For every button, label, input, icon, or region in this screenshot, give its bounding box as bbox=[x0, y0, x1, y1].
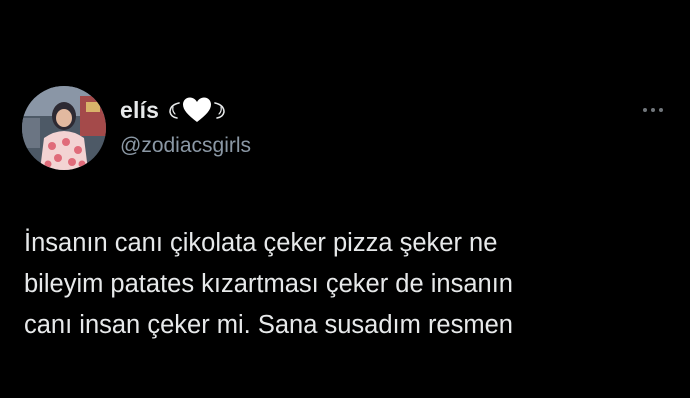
wing-right-icon bbox=[214, 102, 225, 119]
author-name-row: elís bbox=[120, 94, 227, 126]
tweet-card: elís @zodiacsgirls İnsanın canı çikolata… bbox=[0, 0, 690, 398]
name-emoji-group bbox=[167, 96, 227, 124]
display-name[interactable]: elís bbox=[120, 97, 159, 124]
more-options-button[interactable] bbox=[636, 100, 670, 120]
tweet-text-line: İnsanın canı çikolata çeker pizza şeker … bbox=[24, 229, 498, 257]
tweet-text-line: bileyim patates kızartması çeker de insa… bbox=[24, 270, 513, 298]
white-heart-icon bbox=[183, 97, 212, 122]
wing-left-icon bbox=[169, 102, 180, 119]
more-horizontal-icon bbox=[641, 108, 665, 112]
tweet-text: İnsanın canı çikolata çeker pizza şeker … bbox=[24, 223, 664, 346]
author-handle[interactable]: @zodiacsgirls bbox=[120, 134, 251, 158]
avatar[interactable] bbox=[22, 86, 106, 170]
avatar-photo bbox=[22, 86, 106, 170]
tweet-text-line: canı insan çeker mi. Sana susadım resmen bbox=[24, 311, 513, 339]
